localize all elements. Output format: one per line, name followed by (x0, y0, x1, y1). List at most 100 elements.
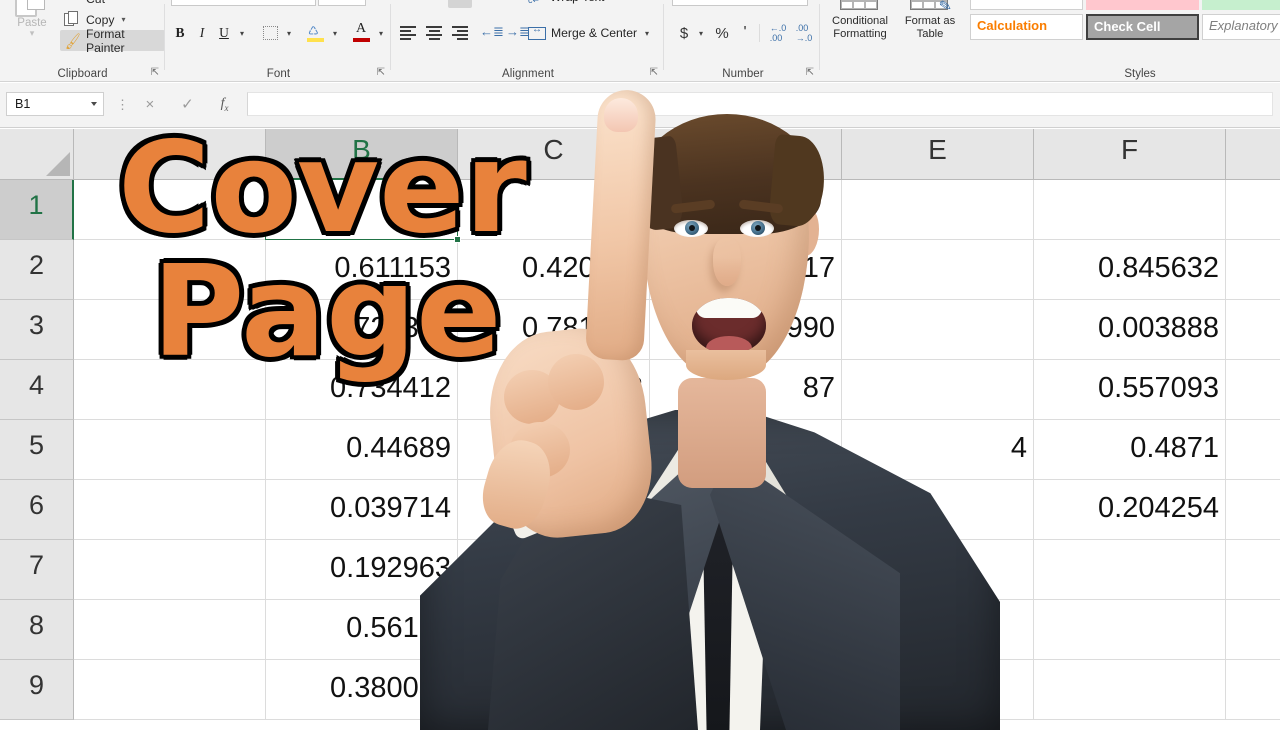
cell-E2[interactable] (842, 240, 1034, 300)
chevron-down-icon[interactable]: ▾ (328, 22, 342, 44)
chevron-down-icon[interactable]: ▾ (506, 0, 519, 8)
cell-E9[interactable] (842, 660, 1034, 720)
paste-button[interactable]: Paste ▾ (6, 0, 58, 52)
cell-E6[interactable] (842, 480, 1034, 540)
conditional-formatting-button[interactable]: Conditional Formatting (824, 0, 896, 40)
row-header-9[interactable]: 9 (0, 660, 74, 720)
chevron-down-icon[interactable]: ▾ (282, 22, 296, 44)
row-header-2[interactable]: 2 (0, 240, 74, 300)
cell-F6[interactable]: 0.204254 (1034, 480, 1226, 540)
cell-B7[interactable]: 0.192963 (266, 540, 458, 600)
select-all-button[interactable] (0, 129, 74, 180)
cell-B6[interactable]: 0.039714 (266, 480, 458, 540)
column-header-B[interactable]: B (266, 129, 458, 180)
font-dialog-launcher[interactable]: ⇱ (377, 68, 385, 78)
cell-D4[interactable]: 87 (650, 360, 842, 420)
cell-D8[interactable] (650, 600, 842, 660)
column-header-E[interactable]: E (842, 129, 1034, 180)
cell-B2[interactable]: 0.611153 (266, 240, 458, 300)
cell-A7[interactable] (74, 540, 266, 600)
column-header-D[interactable]: D (650, 129, 842, 180)
cell-D9[interactable] (650, 660, 842, 720)
cell-G7[interactable] (1226, 540, 1280, 600)
cell-E5[interactable]: 4 (842, 420, 1034, 480)
cell-G1[interactable] (1226, 180, 1280, 240)
cell-G3[interactable]: 0. (1226, 300, 1280, 360)
bold-button[interactable]: B (170, 22, 190, 44)
increase-decimal-button[interactable]: ←.0.00 (766, 22, 790, 44)
cell-B5[interactable]: 0.44689 (266, 420, 458, 480)
cell-A4[interactable] (74, 360, 266, 420)
cell-A2[interactable] (74, 240, 266, 300)
cell-C2[interactable]: 0.420294 (458, 240, 650, 300)
cell-A3[interactable] (74, 300, 266, 360)
percent-format-button[interactable]: % (712, 22, 732, 44)
cell-F8[interactable] (1034, 600, 1226, 660)
merge-center-button[interactable]: Merge & Center ▾ (528, 22, 649, 44)
formula-input[interactable] (247, 92, 1273, 116)
cell-F1[interactable] (1034, 180, 1226, 240)
underline-button[interactable]: U (214, 22, 234, 44)
cell-F4[interactable]: 0.557093 (1034, 360, 1226, 420)
number-dialog-launcher[interactable]: ⇱ (806, 68, 814, 78)
alignment-dialog-launcher[interactable]: ⇱ (650, 68, 658, 78)
cell-D3[interactable]: 990 (650, 300, 842, 360)
align-left-button[interactable] (396, 22, 420, 44)
cell-F2[interactable]: 0.845632 (1034, 240, 1226, 300)
chevron-down-icon[interactable]: ▾ (6, 29, 58, 38)
align-middle-button[interactable] (422, 0, 446, 8)
row-header-7[interactable]: 7 (0, 540, 74, 600)
cell-B3[interactable]: 0.727370 (266, 300, 458, 360)
format-painter-button[interactable]: 🖌 Format Painter (60, 27, 165, 55)
formula-bar-handle[interactable]: ⋮ (116, 97, 129, 113)
name-box[interactable]: B1 (6, 92, 104, 116)
column-header-F[interactable]: F (1034, 129, 1226, 180)
italic-button[interactable]: I (193, 22, 211, 44)
enter-icon[interactable]: ✓ (181, 95, 194, 113)
decrease-decimal-button[interactable]: .00 →.0 (792, 22, 816, 44)
cell-C4[interactable]: 0.7333 (458, 360, 650, 420)
row-header-4[interactable]: 4 (0, 360, 74, 420)
cell-E4[interactable] (842, 360, 1034, 420)
cell-C1[interactable] (458, 180, 650, 240)
decrease-indent-button[interactable]: ←≣ (478, 22, 504, 44)
chevron-down-icon[interactable]: ▾ (645, 29, 649, 38)
cell-G8[interactable] (1226, 600, 1280, 660)
cell-A1[interactable] (74, 180, 266, 240)
cell-E3[interactable] (842, 300, 1034, 360)
align-center-button[interactable] (422, 22, 446, 44)
cell-style-calculation[interactable]: Calculation (970, 14, 1083, 40)
cell-A8[interactable] (74, 600, 266, 660)
borders-button[interactable] (258, 22, 282, 44)
fill-color-button[interactable]: ♺ (304, 22, 328, 44)
cell-G4[interactable]: 0. (1226, 360, 1280, 420)
cell-G5[interactable]: 0. (1226, 420, 1280, 480)
chevron-down-icon[interactable]: ▾ (374, 22, 388, 44)
insert-function-icon[interactable]: fx (221, 96, 229, 113)
cell-B8[interactable]: 0.56157 (266, 600, 458, 660)
cell-A5[interactable] (74, 420, 266, 480)
font-size-combobox[interactable]: 11 (318, 0, 366, 6)
cell-C5[interactable]: 0.052 (458, 420, 650, 480)
chevron-down-icon[interactable]: ▾ (694, 22, 708, 44)
chevron-down-icon[interactable]: ▾ (121, 15, 125, 24)
number-format-combobox[interactable]: General (672, 0, 808, 6)
cell-F7[interactable] (1034, 540, 1226, 600)
column-header-G[interactable]: G (1226, 129, 1280, 180)
row-header-5[interactable]: 5 (0, 420, 74, 480)
align-top-button[interactable] (396, 0, 420, 8)
comma-format-button[interactable]: ' (736, 22, 754, 44)
cell-F9[interactable] (1034, 660, 1226, 720)
cell-style-good[interactable]: Good (1202, 0, 1280, 10)
cell-style-bad[interactable]: Bad (1086, 0, 1199, 10)
cell-style-explanatory[interactable]: Explanatory ... (1202, 14, 1280, 40)
cell-G6[interactable]: 0. (1226, 480, 1280, 540)
cell-B1[interactable] (266, 180, 458, 240)
cell-C7[interactable] (458, 540, 650, 600)
cell-C8[interactable] (458, 600, 650, 660)
increase-font-size-button[interactable]: A▲ (371, 0, 388, 3)
font-color-button[interactable]: A (350, 21, 374, 44)
cell-E1[interactable] (842, 180, 1034, 240)
cell-F5[interactable]: 0.4871 (1034, 420, 1226, 480)
cell-E7[interactable] (842, 540, 1034, 600)
